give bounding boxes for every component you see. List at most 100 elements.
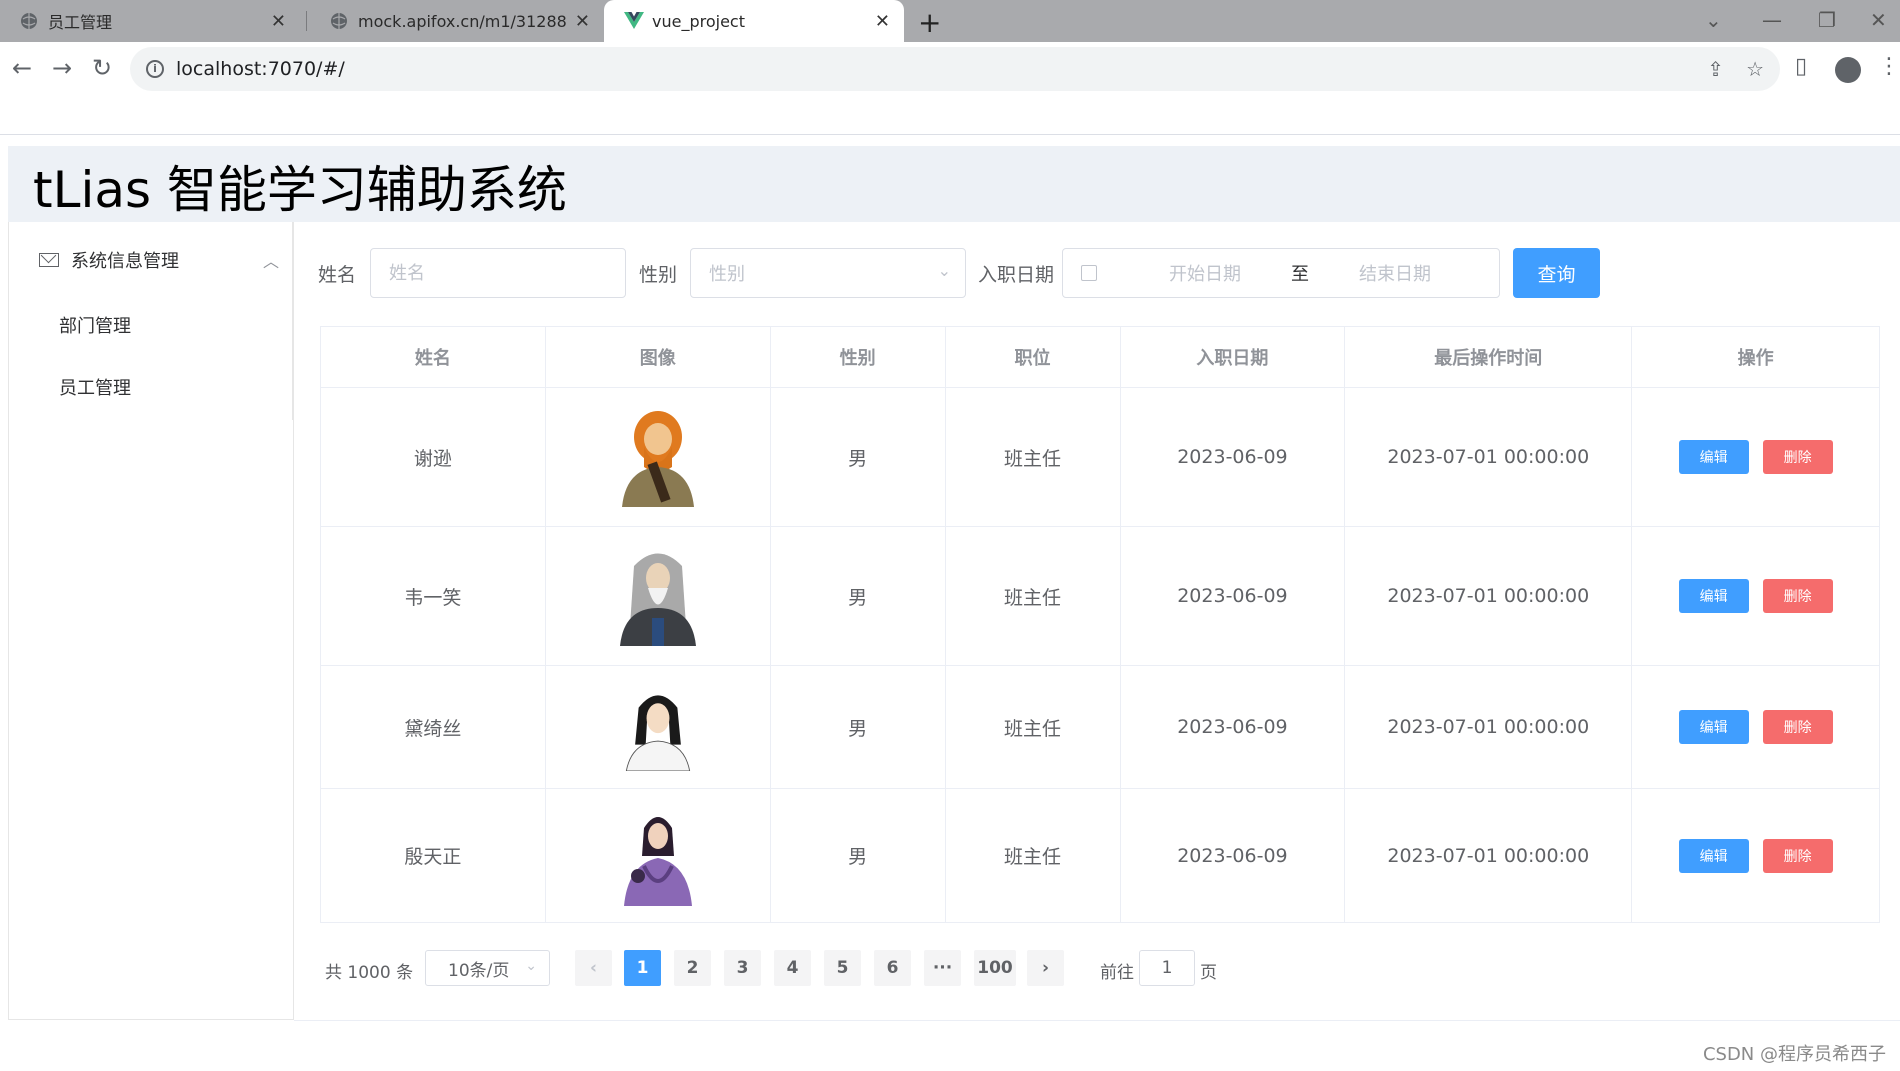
page-divider <box>0 134 1900 135</box>
close-icon[interactable]: ✕ <box>575 11 590 32</box>
browser-menu-icon[interactable]: ⋮ <box>1878 54 1900 79</box>
tab-title: vue_project <box>652 11 745 31</box>
edit-button[interactable]: 编辑 <box>1678 579 1749 613</box>
cell-entry-date: 2023-06-09 <box>1121 666 1346 788</box>
page-button-3[interactable]: 3 <box>724 950 761 986</box>
query-button[interactable]: 查询 <box>1513 248 1600 298</box>
submenu-system-info[interactable]: 系统信息管理 ︿ <box>39 244 279 276</box>
restore-icon[interactable]: ❐ <box>1818 8 1836 32</box>
cell-update-time: 2023-07-01 00:00:00 <box>1345 666 1633 788</box>
page-button-2[interactable]: 2 <box>674 950 711 986</box>
tab-title: 员工管理 <box>48 13 113 32</box>
avatar <box>619 553 696 646</box>
table-row: 谢逊 男 班主任 2023-06-09 2023-07-01 00:00:00 … <box>321 388 1881 527</box>
close-icon[interactable]: ✕ <box>875 11 890 32</box>
new-tab-icon[interactable]: + <box>918 6 941 39</box>
column-header: 职位 <box>946 327 1121 387</box>
entry-date-label: 入职日期 <box>978 264 1055 286</box>
chevron-up-icon: ︿ <box>262 252 279 271</box>
tab-search-icon[interactable]: ⌄ <box>1705 8 1722 32</box>
reload-icon[interactable]: ↻ <box>92 54 112 82</box>
table-row: 韦一笑 男 班主任 2023-06-09 2023-07-01 00:00:00… <box>321 527 1881 666</box>
side-panel-icon[interactable]: ▯ <box>1795 54 1807 79</box>
profile-avatar-icon[interactable] <box>1835 57 1861 83</box>
tab-title: mock.apifox.cn/m1/3128855- <box>358 11 567 31</box>
end-date-input[interactable]: 结束日期 <box>1359 260 1431 286</box>
delete-button[interactable]: 删除 <box>1762 710 1833 744</box>
page-button-5[interactable]: 5 <box>824 950 861 986</box>
app-title: tLias 智能学习辅助系统 <box>33 161 567 219</box>
start-date-input[interactable]: 开始日期 <box>1169 260 1241 286</box>
column-header: 性别 <box>771 327 946 387</box>
cell-name: 黛绮丝 <box>321 666 546 788</box>
avatar <box>623 816 692 906</box>
cell-name: 殷天正 <box>321 789 546 922</box>
more-pages-button[interactable]: ··· <box>924 950 961 986</box>
prev-page-icon[interactable]: ‹ <box>575 950 612 986</box>
site-info-icon[interactable]: i <box>146 60 164 78</box>
cell-name: 韦一笑 <box>321 527 546 665</box>
back-icon[interactable]: ← <box>12 54 32 82</box>
browser-tab-vue-project[interactable]: vue_project ✕ <box>604 0 904 42</box>
globe-icon <box>20 12 38 30</box>
tab-separator <box>306 11 307 31</box>
delete-button[interactable]: 删除 <box>1762 440 1833 474</box>
table-row: 黛绮丝 男 班主任 2023-06-09 2023-07-01 00:00:00… <box>321 666 1881 789</box>
footer-divider <box>294 1020 1900 1021</box>
cell-gender: 男 <box>771 666 946 788</box>
cell-entry-date: 2023-06-09 <box>1121 388 1346 526</box>
cell-update-time: 2023-07-01 00:00:00 <box>1345 789 1633 922</box>
bookmark-star-icon[interactable]: ☆ <box>1746 57 1764 81</box>
cell-gender: 男 <box>771 388 946 526</box>
cell-update-time: 2023-07-01 00:00:00 <box>1345 527 1633 665</box>
edit-button[interactable]: 编辑 <box>1678 710 1749 744</box>
message-icon <box>39 253 59 267</box>
chevron-down-icon: ⌄ <box>937 261 951 280</box>
share-icon[interactable]: ⇪ <box>1707 57 1724 81</box>
delete-button[interactable]: 删除 <box>1762 579 1833 613</box>
name-input[interactable] <box>389 262 625 284</box>
next-page-icon[interactable]: › <box>1027 950 1064 986</box>
cell-gender: 男 <box>771 527 946 665</box>
forward-icon[interactable]: → <box>52 54 72 82</box>
avatar <box>621 411 694 507</box>
sidebar-divider <box>292 222 293 420</box>
cell-update-time: 2023-07-01 00:00:00 <box>1345 388 1633 526</box>
cell-name: 谢逊 <box>321 388 546 526</box>
vue-logo-icon <box>624 12 644 30</box>
sidebar-item-dept[interactable]: 部门管理 <box>59 312 131 338</box>
page-button-6[interactable]: 6 <box>874 950 911 986</box>
browser-tab-mock[interactable]: mock.apifox.cn/m1/3128855- ✕ <box>310 0 604 42</box>
sidebar-item-emp[interactable]: 员工管理 <box>59 374 131 400</box>
globe-icon <box>330 12 348 30</box>
page-button-1[interactable]: 1 <box>624 950 661 986</box>
cell-job: 班主任 <box>946 789 1121 922</box>
chevron-down-icon: ⌄ <box>525 958 537 974</box>
table-row: 殷天正 男 班主任 2023-06-09 2023-07-01 00:00:00… <box>321 789 1881 923</box>
browser-tab-bar: 员工管理 ✕ mock.apifox.cn/m1/3128855- ✕ vue_… <box>0 0 1900 42</box>
browser-tab-employee[interactable]: 员工管理 ✕ <box>0 0 300 42</box>
column-header: 操作 <box>1632 327 1881 387</box>
gender-label: 性别 <box>639 264 678 286</box>
goto-page-input[interactable] <box>1139 950 1195 986</box>
minimize-icon[interactable]: — <box>1762 8 1782 32</box>
gender-placeholder: 性别 <box>709 264 745 285</box>
pagination-total: 共 1000 条 <box>325 963 414 983</box>
delete-button[interactable]: 删除 <box>1762 838 1833 873</box>
avatar <box>625 695 690 771</box>
cell-entry-date: 2023-06-09 <box>1121 527 1346 665</box>
close-icon[interactable]: ✕ <box>271 11 286 32</box>
column-header: 入职日期 <box>1121 327 1346 387</box>
goto-label: 前往 <box>1100 963 1134 983</box>
edit-button[interactable]: 编辑 <box>1678 440 1749 474</box>
address-bar[interactable]: i localhost:7070/#/ ⇪ ☆ <box>130 47 1780 91</box>
cell-job: 班主任 <box>946 666 1121 788</box>
gender-select[interactable]: 性别 ⌄ <box>690 248 966 298</box>
date-range-picker[interactable]: 开始日期 至 结束日期 <box>1062 248 1500 298</box>
window-close-icon[interactable]: ✕ <box>1870 8 1887 32</box>
edit-button[interactable]: 编辑 <box>1678 838 1749 873</box>
page-button-4[interactable]: 4 <box>774 950 811 986</box>
page-button-100[interactable]: 100 <box>974 950 1016 986</box>
page-size-select[interactable]: 10条/页 ⌄ <box>425 950 550 986</box>
calendar-icon <box>1081 265 1097 281</box>
